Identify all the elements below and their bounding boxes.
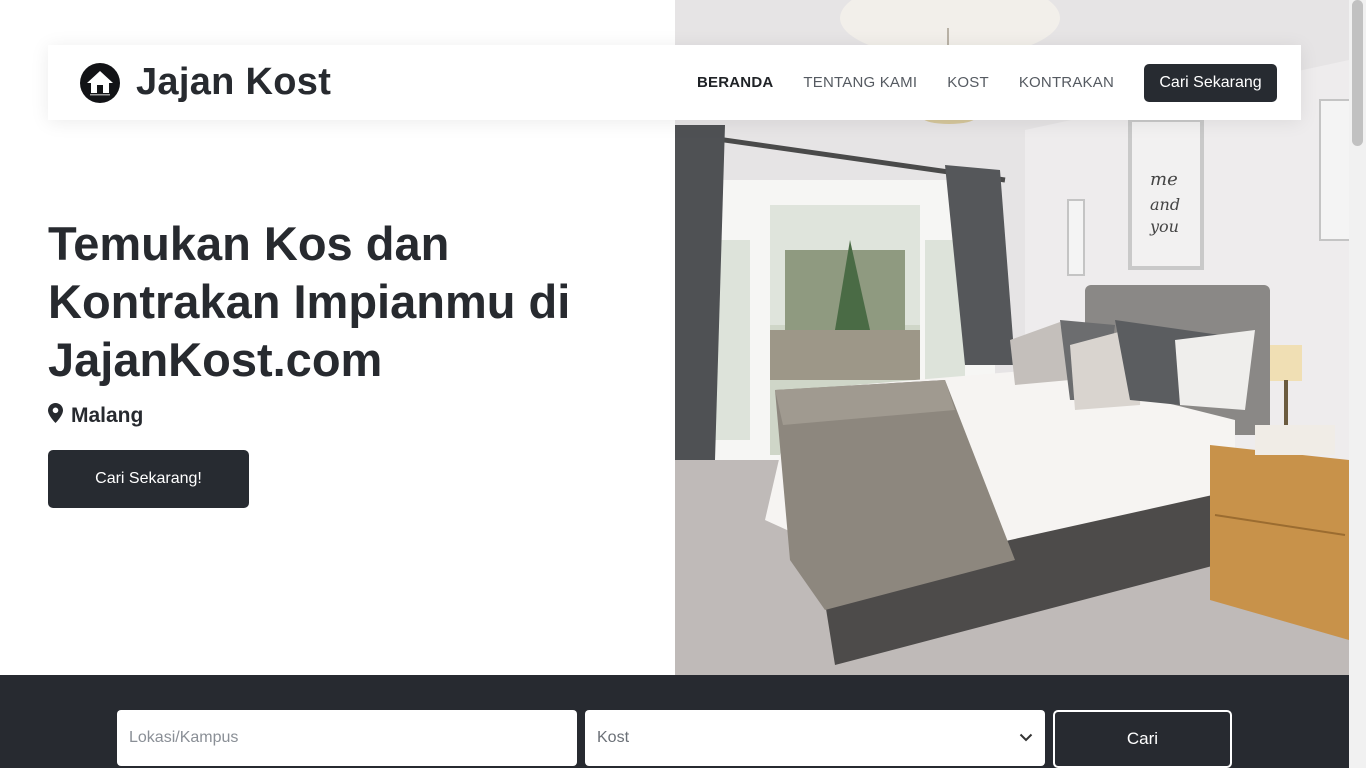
search-submit-button[interactable]: Cari: [1053, 710, 1232, 768]
nav-item-kontrakan[interactable]: KONTRAKAN: [1019, 74, 1114, 91]
search-bar-section: Kost Cari: [0, 675, 1349, 768]
page-scrollbar[interactable]: [1349, 0, 1366, 768]
nav-search-button[interactable]: Cari Sekarang: [1144, 63, 1277, 102]
hero-title: Temukan Kos dan Kontrakan Impianmu di Ja…: [48, 217, 571, 386]
location-label: Malang: [71, 403, 144, 427]
nav-item-tentang-kami[interactable]: TENTANG KAMI: [803, 74, 917, 91]
property-type-select[interactable]: Kost: [585, 710, 1045, 766]
svg-text:you: you: [1149, 217, 1179, 236]
nav-item-beranda[interactable]: BERANDA: [697, 74, 773, 91]
brand-name[interactable]: Jajan Kost: [136, 61, 331, 104]
hero-location: Malang: [48, 403, 143, 428]
svg-text:and: and: [1150, 195, 1180, 214]
nav-menu: BERANDA TENTANG KAMI KOST KONTRAKAN Cari…: [697, 63, 1277, 102]
location-search-input[interactable]: [117, 710, 577, 766]
scrollbar-thumb[interactable]: [1352, 0, 1363, 146]
svg-text:me: me: [1150, 169, 1178, 190]
hero-search-button[interactable]: Cari Sekarang!: [48, 450, 249, 508]
property-type-value: Kost: [597, 729, 630, 746]
nav-item-kost[interactable]: KOST: [947, 74, 989, 91]
chevron-down-icon: [1019, 729, 1033, 747]
house-logo-icon[interactable]: [80, 62, 120, 103]
top-navbar: Jajan Kost BERANDA TENTANG KAMI KOST KON…: [48, 45, 1301, 120]
map-pin-icon: [48, 403, 63, 428]
